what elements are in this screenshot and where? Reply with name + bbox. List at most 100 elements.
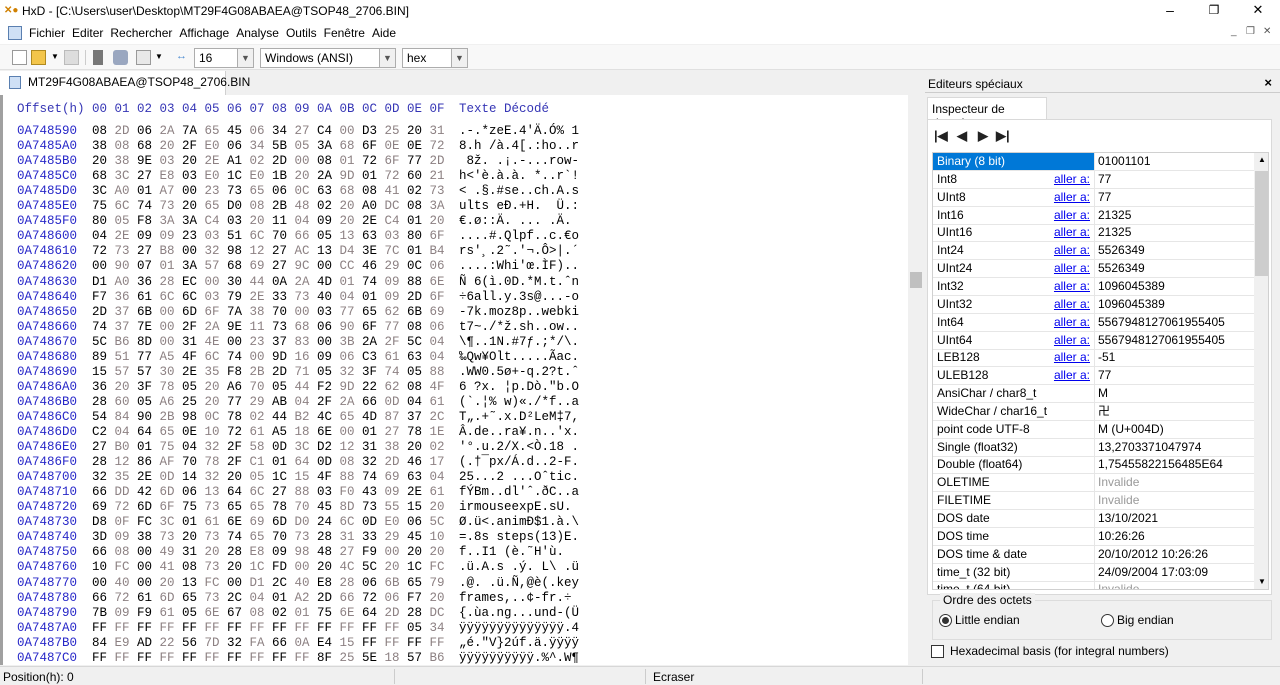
- hex-byte[interactable]: 74: [227, 350, 250, 365]
- hex-byte[interactable]: 02: [317, 199, 340, 214]
- inspector-row[interactable]: WideChar / char16_t 卍: [933, 402, 1254, 421]
- hex-byte[interactable]: 38: [137, 530, 160, 545]
- inspector-scrollbar[interactable]: ▲ ▼: [1254, 153, 1268, 589]
- hex-byte[interactable]: 06: [430, 320, 453, 335]
- hex-byte[interactable]: D3: [362, 124, 385, 139]
- hex-byte[interactable]: 6C: [182, 290, 205, 305]
- hex-byte[interactable]: 03: [160, 154, 183, 169]
- hex-byte[interactable]: 03: [385, 229, 408, 244]
- menu-rechercher[interactable]: Rechercher: [110, 26, 172, 40]
- hex-byte[interactable]: 6B: [385, 576, 408, 591]
- decoded-text[interactable]: 6 ?x. ¦p.Dò."b.O: [459, 380, 579, 395]
- hex-byte[interactable]: 34: [272, 124, 295, 139]
- hex-byte[interactable]: 2C: [227, 591, 250, 606]
- hex-byte[interactable]: E8: [250, 545, 273, 560]
- hex-byte[interactable]: 1C: [272, 470, 295, 485]
- hex-byte[interactable]: 2A: [205, 320, 228, 335]
- hex-byte[interactable]: 00: [385, 545, 408, 560]
- hex-byte[interactable]: 75: [92, 199, 115, 214]
- hex-byte[interactable]: 3A: [182, 214, 205, 229]
- hex-byte[interactable]: A2: [295, 591, 318, 606]
- inspector-row[interactable]: Int16 aller a: 21325: [933, 206, 1254, 225]
- hex-byte[interactable]: 00: [340, 124, 363, 139]
- hex-byte[interactable]: 2B: [160, 410, 183, 425]
- hex-byte[interactable]: AC: [295, 244, 318, 259]
- hex-byte[interactable]: 61: [430, 395, 453, 410]
- hex-byte[interactable]: 20: [160, 576, 183, 591]
- decoded-text[interactable]: fÝBm..dl'ˆ.ðC..a: [459, 485, 579, 500]
- minimize-button[interactable]: –: [1148, 0, 1192, 22]
- hex-byte[interactable]: 20: [407, 440, 430, 455]
- hex-byte[interactable]: B0: [115, 440, 138, 455]
- hex-byte[interactable]: 0E: [407, 139, 430, 154]
- hex-byte[interactable]: F8: [137, 214, 160, 229]
- hex-byte[interactable]: 00: [92, 576, 115, 591]
- hex-vertical-scrollbar[interactable]: [908, 95, 924, 665]
- hex-byte[interactable]: A5: [160, 350, 183, 365]
- hex-byte[interactable]: 01: [137, 184, 160, 199]
- hex-byte[interactable]: 88: [407, 275, 430, 290]
- hex-byte[interactable]: E4: [317, 636, 340, 651]
- inspector-row[interactable]: ULEB128 aller a: 77: [933, 367, 1254, 386]
- hex-byte[interactable]: 61: [205, 515, 228, 530]
- hex-byte[interactable]: 6D: [160, 485, 183, 500]
- mdi-close-button[interactable]: ✕: [1263, 26, 1271, 37]
- inspector-row[interactable]: Int8 aller a: 77: [933, 170, 1254, 189]
- hex-byte[interactable]: FF: [115, 651, 138, 666]
- hex-byte[interactable]: 00: [295, 305, 318, 320]
- hex-byte[interactable]: 03: [182, 169, 205, 184]
- hex-byte[interactable]: FF: [205, 621, 228, 636]
- hex-byte[interactable]: FC: [137, 515, 160, 530]
- hex-byte[interactable]: 06: [250, 124, 273, 139]
- decoded-text[interactable]: ‰Qw¥Olt.....Ãac.: [459, 350, 579, 365]
- hex-byte[interactable]: 13: [340, 229, 363, 244]
- hex-byte[interactable]: 16: [295, 350, 318, 365]
- hex-byte[interactable]: EC: [182, 275, 205, 290]
- hex-byte[interactable]: 6F: [430, 229, 453, 244]
- hex-byte[interactable]: 00: [182, 184, 205, 199]
- decoded-text[interactable]: Ñ 6(ì.0D.*M.t.ˆn: [459, 275, 579, 290]
- tab-data-inspector[interactable]: Inspecteur de données: [927, 97, 1047, 130]
- hex-row[interactable]: 0A748780 66 72 61 6D 65 73 2C 04 01 A2 2D…: [17, 591, 579, 606]
- hex-byte[interactable]: 27: [272, 259, 295, 274]
- hex-byte[interactable]: 04: [430, 470, 453, 485]
- hex-byte[interactable]: E0: [205, 169, 228, 184]
- hex-byte[interactable]: 04: [430, 335, 453, 350]
- inspector-row[interactable]: Binary (8 bit) 01001101: [933, 153, 1254, 171]
- hex-byte[interactable]: 3F: [137, 380, 160, 395]
- hex-byte[interactable]: 32: [205, 244, 228, 259]
- hex-byte[interactable]: 40: [115, 576, 138, 591]
- hex-byte[interactable]: 51: [115, 350, 138, 365]
- hex-byte[interactable]: 20: [182, 154, 205, 169]
- inspector-row[interactable]: DOS date 13/10/2021: [933, 510, 1254, 528]
- hex-byte[interactable]: 70: [182, 455, 205, 470]
- inspector-value[interactable]: M (U+004D): [1098, 421, 1164, 438]
- big-endian-radio[interactable]: Big endian: [1101, 613, 1174, 627]
- inspector-value[interactable]: 13/10/2021: [1098, 510, 1158, 527]
- hex-byte[interactable]: 20: [317, 560, 340, 575]
- hex-byte[interactable]: 2E: [407, 485, 430, 500]
- hex-byte[interactable]: 12: [340, 440, 363, 455]
- menu-affichage[interactable]: Affichage: [179, 26, 229, 40]
- hex-byte[interactable]: 28: [160, 275, 183, 290]
- hex-byte[interactable]: 77: [227, 395, 250, 410]
- inspector-value[interactable]: 1096045389: [1098, 296, 1165, 313]
- hex-byte[interactable]: 56: [182, 636, 205, 651]
- hex-byte[interactable]: 7E: [137, 320, 160, 335]
- hex-byte[interactable]: 86: [137, 455, 160, 470]
- hex-byte[interactable]: 38: [92, 139, 115, 154]
- hex-byte[interactable]: C2: [92, 425, 115, 440]
- hex-byte[interactable]: 28: [340, 576, 363, 591]
- inspector-value[interactable]: 5567948127061955405: [1098, 314, 1225, 331]
- hex-byte[interactable]: 1B: [272, 169, 295, 184]
- chevron-down-icon[interactable]: ▼: [379, 49, 395, 67]
- hex-byte[interactable]: 68: [92, 169, 115, 184]
- chevron-down-icon[interactable]: ▼: [451, 49, 467, 67]
- hex-byte[interactable]: 01: [362, 425, 385, 440]
- inspector-value[interactable]: 01001101: [1098, 153, 1151, 170]
- hex-byte[interactable]: 08: [362, 184, 385, 199]
- hex-byte[interactable]: 6C: [205, 350, 228, 365]
- hex-byte[interactable]: 73: [205, 500, 228, 515]
- hex-byte[interactable]: 73: [295, 290, 318, 305]
- hex-byte[interactable]: 89: [92, 350, 115, 365]
